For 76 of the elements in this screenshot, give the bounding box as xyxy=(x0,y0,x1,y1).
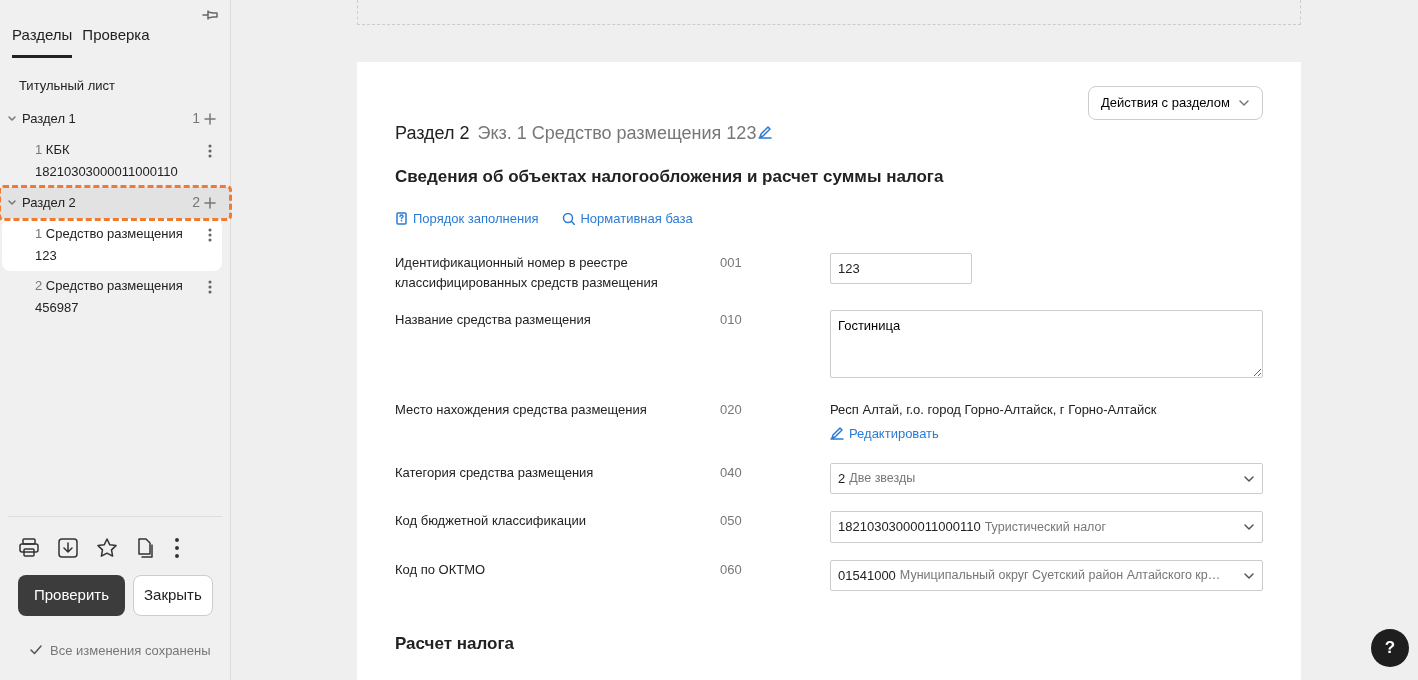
more-icon xyxy=(208,279,212,294)
item-value: 18210303000011000110 xyxy=(35,162,178,181)
section-heading: Раздел 2 xyxy=(395,121,470,145)
field-code: 060 xyxy=(720,560,743,579)
book-icon xyxy=(395,212,408,226)
print-button[interactable] xyxy=(18,535,40,559)
section-row[interactable]: Раздел 2 2 xyxy=(0,186,230,219)
more-button[interactable] xyxy=(174,535,180,559)
pencil-icon xyxy=(758,124,773,139)
field-label: Идентификационный номер в реестре классифицированных средств размещения xyxy=(395,253,659,292)
check-button[interactable]: Проверить xyxy=(18,575,125,616)
input-field[interactable]: 123 xyxy=(830,252,972,284)
section-subtitle: Экз. 1 Средство размещения 123 xyxy=(477,121,757,145)
item-count: 1 xyxy=(192,109,200,128)
star-button[interactable] xyxy=(96,535,118,559)
address-text: Респ Алтай, г.о. город Горно-Алтайск, г Горно-Алтайск xyxy=(830,401,1158,419)
section-row[interactable]: Раздел 1 1 xyxy=(0,102,230,135)
form-title: Сведения об объектах налогообложения и расчет суммы налога xyxy=(395,165,945,188)
star-icon xyxy=(96,536,118,559)
field-code: 020 xyxy=(720,401,743,419)
item-value: 123 xyxy=(35,246,58,265)
item-number: 1 xyxy=(35,141,43,157)
more-icon xyxy=(208,227,212,242)
field-label: Название средства размещения xyxy=(395,310,592,329)
section-label: Раздел 1 xyxy=(22,109,76,128)
tab[interactable]: Проверка xyxy=(82,24,150,58)
select-field[interactable]: 01541000 Муниципальный округ Суетский район Алтайского кр… xyxy=(830,559,1263,592)
field-code: 001 xyxy=(720,253,743,272)
item-value: 456987 xyxy=(35,298,80,317)
close-button[interactable]: Закрыть xyxy=(133,575,213,616)
tree-item[interactable]: 1 Средство размещения 123 xyxy=(2,218,222,271)
download-icon xyxy=(57,536,79,559)
more-icon xyxy=(208,143,212,158)
chevron-icon xyxy=(6,197,18,208)
item-label: Средство размещения xyxy=(45,277,183,293)
item-label: КБК xyxy=(45,141,70,157)
tree-item[interactable]: 1 КБК 18210303000011000110 xyxy=(2,134,222,187)
subsection-heading: Расчет налога xyxy=(395,633,515,656)
item-number: 2 xyxy=(35,277,43,293)
chevron-icon xyxy=(6,113,18,124)
tab[interactable]: Разделы xyxy=(12,24,73,58)
field-label: Код бюджетной классификации xyxy=(395,512,587,531)
print-icon xyxy=(18,536,40,559)
chevron-icon xyxy=(1238,98,1250,107)
field-code: 010 xyxy=(720,310,743,329)
field-label: Место нахождения средства размещения xyxy=(395,401,648,419)
plus-icon xyxy=(204,112,216,125)
pin-icon xyxy=(202,8,218,22)
tree-item[interactable]: Титульный лист xyxy=(0,71,230,100)
field-label: Код по ОКТМО xyxy=(395,560,487,579)
item-count: 2 xyxy=(192,193,200,212)
tree-item[interactable]: 2 Средство размещения 456987 xyxy=(2,270,222,323)
select-field[interactable]: 18210303000011000110 Туристический налог xyxy=(830,511,1263,543)
help-link[interactable]: Порядок заполнения xyxy=(395,209,539,229)
more-icon xyxy=(174,536,180,559)
download-button[interactable] xyxy=(57,535,79,559)
help-button[interactable]: ? xyxy=(1371,629,1409,667)
edit-link[interactable]: Редактировать xyxy=(830,423,939,443)
select-field[interactable]: 2 Две звезды xyxy=(830,462,1263,495)
plus-icon xyxy=(204,196,216,209)
chevron-icon xyxy=(1243,474,1255,483)
save-status: Все изменения сохранены xyxy=(50,641,211,660)
pencil-icon xyxy=(830,426,844,441)
field-code: 040 xyxy=(720,463,743,482)
textarea-field[interactable]: Гостиница xyxy=(830,309,1263,378)
chevron-icon xyxy=(1243,571,1255,580)
field-label: Категория средства размещения xyxy=(395,463,595,482)
help-link[interactable]: Нормативная база xyxy=(562,209,693,229)
field-code: 050 xyxy=(720,512,743,531)
section-label: Раздел 2 xyxy=(22,193,76,212)
item-label: Средство размещения xyxy=(45,225,183,241)
section-actions-dropdown[interactable]: Действия с разделом xyxy=(1088,86,1263,120)
chevron-icon xyxy=(1243,523,1255,531)
item-number: 1 xyxy=(35,225,43,241)
search-icon xyxy=(562,212,576,226)
check-icon xyxy=(30,645,42,656)
